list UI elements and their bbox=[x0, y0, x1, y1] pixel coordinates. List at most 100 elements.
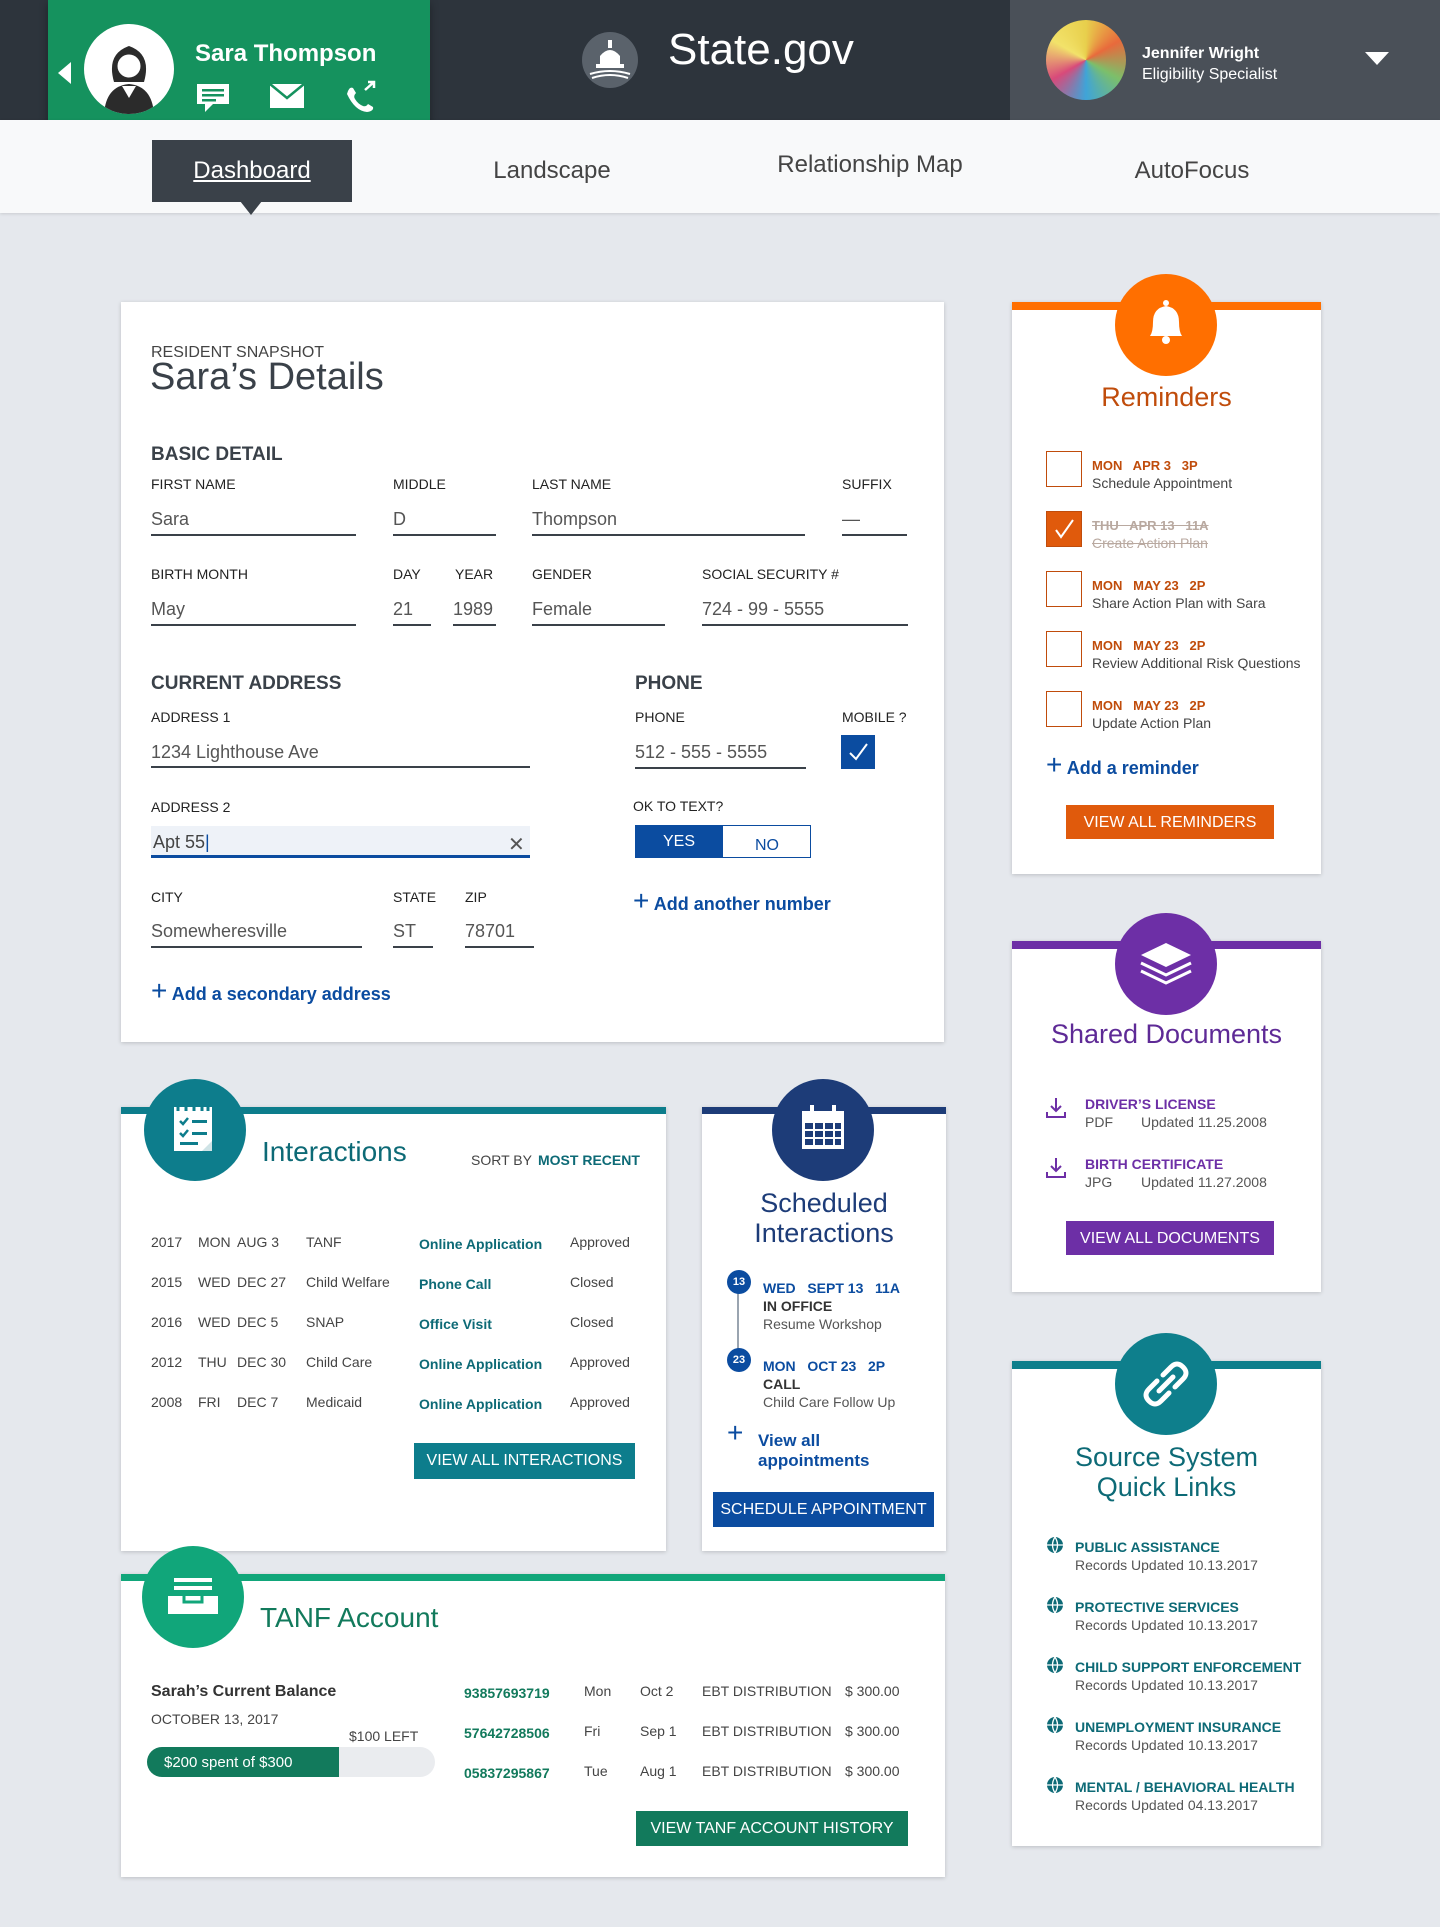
reminder-checkbox[interactable] bbox=[1046, 571, 1082, 607]
reminder-checkbox[interactable] bbox=[1046, 631, 1082, 667]
table-row[interactable]: 2016 WED DEC 5 SNAP Office Visit Closed bbox=[140, 1310, 650, 1342]
mail-icon[interactable] bbox=[267, 80, 307, 114]
add-another-number-label: Add another number bbox=[653, 894, 831, 914]
view-tanf-history-button[interactable]: VIEW TANF ACCOUNT HISTORY bbox=[636, 1811, 908, 1846]
reminder-checkbox[interactable] bbox=[1046, 511, 1082, 547]
user-avatar[interactable] bbox=[1046, 20, 1126, 100]
document-name-link[interactable]: BIRTH CERTIFICATE bbox=[1085, 1156, 1223, 1172]
view-all-documents-button[interactable]: VIEW ALL DOCUMENTS bbox=[1066, 1221, 1274, 1255]
table-row[interactable]: 93857693719 Mon Oct 2 EBT DISTRIBUTION $ 300… bbox=[460, 1679, 920, 1709]
reminder-checkbox[interactable] bbox=[1046, 451, 1082, 487]
interaction-type-link[interactable]: Online Application bbox=[419, 1396, 542, 1412]
table-row[interactable]: 2012 THU DEC 30 Child Care Online Applicatio… bbox=[140, 1350, 650, 1382]
view-all-interactions-button[interactable]: VIEW ALL INTERACTIONS bbox=[414, 1443, 635, 1479]
gender-field[interactable]: Female bbox=[532, 599, 664, 620]
sort-dropdown[interactable]: MOST RECENT bbox=[538, 1152, 640, 1168]
download-icon[interactable] bbox=[1044, 1156, 1068, 1180]
table-row[interactable]: 2017 MON AUG 3 TANF Online Application Approv… bbox=[140, 1230, 650, 1262]
appointment-when[interactable]: MON OCT 23 2P bbox=[763, 1358, 885, 1374]
table-row[interactable]: 57642728506 Fri Sep 1 EBT DISTRIBUTION $ 300… bbox=[460, 1719, 920, 1749]
city-label: CITY bbox=[151, 889, 183, 905]
year-field[interactable]: 1989 bbox=[453, 599, 495, 620]
interactions-title: Interactions bbox=[262, 1136, 407, 1167]
appointment-when[interactable]: WED SEPT 13 11A bbox=[763, 1280, 900, 1296]
globe-icon bbox=[1046, 1596, 1064, 1615]
document-format: PDF bbox=[1085, 1114, 1113, 1130]
reminder-text: Create Action Plan bbox=[1092, 535, 1208, 551]
address1-label: ADDRESS 1 bbox=[151, 709, 231, 725]
first-name-field[interactable]: Sara bbox=[151, 509, 355, 530]
interaction-status: Closed bbox=[570, 1274, 614, 1290]
document-name-link[interactable]: DRIVER’S LICENSE bbox=[1085, 1096, 1216, 1112]
interactions-badge bbox=[144, 1079, 246, 1181]
tab-landscape[interactable]: Landscape bbox=[452, 140, 652, 202]
layers-icon bbox=[1140, 943, 1192, 985]
year-label: YEAR bbox=[455, 566, 494, 582]
address1-field[interactable]: 1234 Lighthouse Ave bbox=[151, 742, 529, 763]
balance-spent: $200 spent of $300 bbox=[164, 1754, 293, 1771]
city-field[interactable]: Somewheresville bbox=[151, 921, 361, 942]
no-option[interactable]: NO bbox=[723, 829, 811, 862]
add-another-number-link[interactable]: + Add another number bbox=[633, 887, 831, 915]
interaction-type-link[interactable]: Online Application bbox=[419, 1236, 542, 1252]
source-updated: Records Updated 10.13.2017 bbox=[1075, 1617, 1258, 1633]
scheduled-title-line2: Interactions bbox=[754, 1218, 894, 1248]
last-name-underline bbox=[532, 534, 805, 536]
source-link[interactable]: PUBLIC ASSISTANCE bbox=[1075, 1539, 1220, 1555]
middle-name-field[interactable]: D bbox=[393, 509, 495, 530]
brand-name[interactable]: State.gov bbox=[668, 25, 854, 75]
tab-relationship-map[interactable]: Relationship Map bbox=[750, 134, 990, 196]
interaction-status: Closed bbox=[570, 1314, 614, 1330]
yes-option[interactable]: YES bbox=[635, 825, 723, 858]
chevron-down-icon[interactable] bbox=[1365, 52, 1389, 65]
reminder-checkbox[interactable] bbox=[1046, 691, 1082, 727]
interaction-year: 2017 bbox=[151, 1234, 183, 1250]
interaction-type-link[interactable]: Online Application bbox=[419, 1356, 542, 1372]
phone-icon[interactable] bbox=[341, 80, 381, 114]
scheduled-title-line1: Scheduled bbox=[760, 1188, 888, 1218]
tab-dashboard[interactable]: Dashboard bbox=[152, 140, 352, 202]
phone-field[interactable]: 512 - 555 - 5555 bbox=[635, 742, 805, 763]
clear-icon[interactable]: ✕ bbox=[508, 832, 525, 857]
ssn-field[interactable]: 724 - 99 - 5555 bbox=[702, 599, 907, 620]
transaction-type: EBT DISTRIBUTION bbox=[702, 1683, 832, 1699]
transaction-id-link[interactable]: 57642728506 bbox=[464, 1725, 550, 1741]
birth-month-field[interactable]: May bbox=[151, 599, 355, 620]
address2-underline-focused bbox=[151, 855, 530, 858]
suffix-field[interactable]: — bbox=[842, 509, 906, 530]
last-name-field[interactable]: Thompson bbox=[532, 509, 804, 530]
source-link[interactable]: MENTAL / BEHAVIORAL HEALTH bbox=[1075, 1779, 1295, 1795]
middle-name-underline bbox=[393, 534, 496, 536]
source-link[interactable]: UNEMPLOYMENT INSURANCE bbox=[1075, 1719, 1281, 1735]
chat-icon[interactable] bbox=[193, 80, 233, 114]
document-format: JPG bbox=[1085, 1174, 1113, 1190]
transaction-id-link[interactable]: 05837295867 bbox=[464, 1765, 550, 1781]
table-row[interactable]: 05837295867 Tue Aug 1 EBT DISTRIBUTION $ 300… bbox=[460, 1759, 920, 1789]
transaction-id-link[interactable]: 93857693719 bbox=[464, 1685, 550, 1701]
table-row[interactable]: 2008 FRI DEC 7 Medicaid Online Application Ap… bbox=[140, 1390, 650, 1422]
add-reminder-link[interactable]: + Add a reminder bbox=[1046, 751, 1199, 779]
table-row[interactable]: 2015 WED DEC 27 Child Welfare Phone Call Clos… bbox=[140, 1270, 650, 1302]
interaction-type-link[interactable]: Office Visit bbox=[419, 1316, 492, 1332]
tab-autofocus[interactable]: AutoFocus bbox=[1092, 140, 1292, 202]
state-field[interactable]: ST bbox=[393, 921, 432, 942]
current-address-heading: CURRENT ADDRESS bbox=[151, 673, 342, 694]
download-icon[interactable] bbox=[1044, 1096, 1068, 1120]
resident-card[interactable]: Sara Thompson bbox=[48, 0, 430, 140]
bell-icon bbox=[1150, 300, 1182, 344]
address2-field[interactable]: Apt 55| bbox=[153, 832, 210, 853]
reminder-text: Share Action Plan with Sara bbox=[1092, 595, 1266, 611]
back-arrow-icon[interactable] bbox=[58, 62, 71, 84]
source-updated: Records Updated 04.13.2017 bbox=[1075, 1797, 1258, 1813]
source-title-line2: Quick Links bbox=[1096, 1472, 1237, 1502]
phone-label: PHONE bbox=[635, 709, 685, 725]
source-link[interactable]: PROTECTIVE SERVICES bbox=[1075, 1599, 1239, 1615]
schedule-appointment-button[interactable]: SCHEDULE APPOINTMENT bbox=[713, 1492, 934, 1527]
add-secondary-address-link[interactable]: + Add a secondary address bbox=[151, 977, 391, 1005]
zip-field[interactable]: 78701 bbox=[465, 921, 533, 942]
day-field[interactable]: 21 bbox=[393, 599, 430, 620]
interaction-type-link[interactable]: Phone Call bbox=[419, 1276, 491, 1292]
source-link[interactable]: CHILD SUPPORT ENFORCEMENT bbox=[1075, 1659, 1301, 1675]
view-all-reminders-button[interactable]: VIEW ALL REMINDERS bbox=[1066, 805, 1274, 839]
mobile-checkbox[interactable] bbox=[841, 735, 875, 769]
